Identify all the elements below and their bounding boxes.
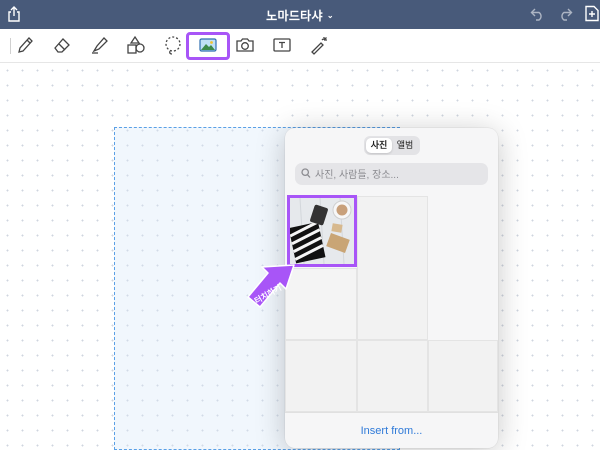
- pen-icon[interactable]: [14, 34, 36, 56]
- tab-albums[interactable]: 앨범: [392, 138, 418, 153]
- photo-cell[interactable]: [357, 340, 428, 412]
- toolbar-divider: [10, 38, 11, 54]
- photo-search-input[interactable]: [313, 165, 487, 185]
- desk-photo-image: [290, 198, 354, 264]
- photo-cell[interactable]: [357, 196, 428, 340]
- redo-icon[interactable]: [558, 6, 573, 26]
- document-title-text: 노마드타샤: [266, 9, 323, 23]
- document-title[interactable]: 노마드타샤 ⌄: [0, 7, 600, 24]
- photo-search-bar: [295, 163, 488, 185]
- shapes-icon[interactable]: [125, 34, 147, 56]
- photo-cell[interactable]: [428, 340, 498, 412]
- chevron-down-icon: ⌄: [326, 11, 334, 20]
- tool-bar: [0, 29, 600, 63]
- insert-from-button[interactable]: Insert from...: [285, 412, 498, 448]
- lasso-icon[interactable]: [162, 34, 184, 56]
- undo-icon[interactable]: [530, 6, 545, 26]
- camera-icon[interactable]: [234, 34, 256, 56]
- add-page-icon[interactable]: [584, 5, 600, 27]
- tab-photos[interactable]: 사진: [366, 138, 392, 153]
- text-icon[interactable]: [271, 34, 293, 56]
- eraser-icon[interactable]: [51, 34, 73, 56]
- active-tool-highlight: [186, 32, 230, 60]
- laser-pointer-icon[interactable]: [308, 34, 330, 56]
- highlighter-icon[interactable]: [88, 34, 110, 56]
- title-bar: 노마드타샤 ⌄: [0, 0, 600, 29]
- photo-cell[interactable]: [285, 340, 357, 412]
- photo-thumbnail-selected[interactable]: [287, 195, 357, 267]
- search-icon: [301, 168, 311, 178]
- photo-picker-popover: 사진 앨범 Insert from...: [285, 128, 498, 448]
- photo-source-segmented-control: 사진 앨범: [364, 136, 420, 155]
